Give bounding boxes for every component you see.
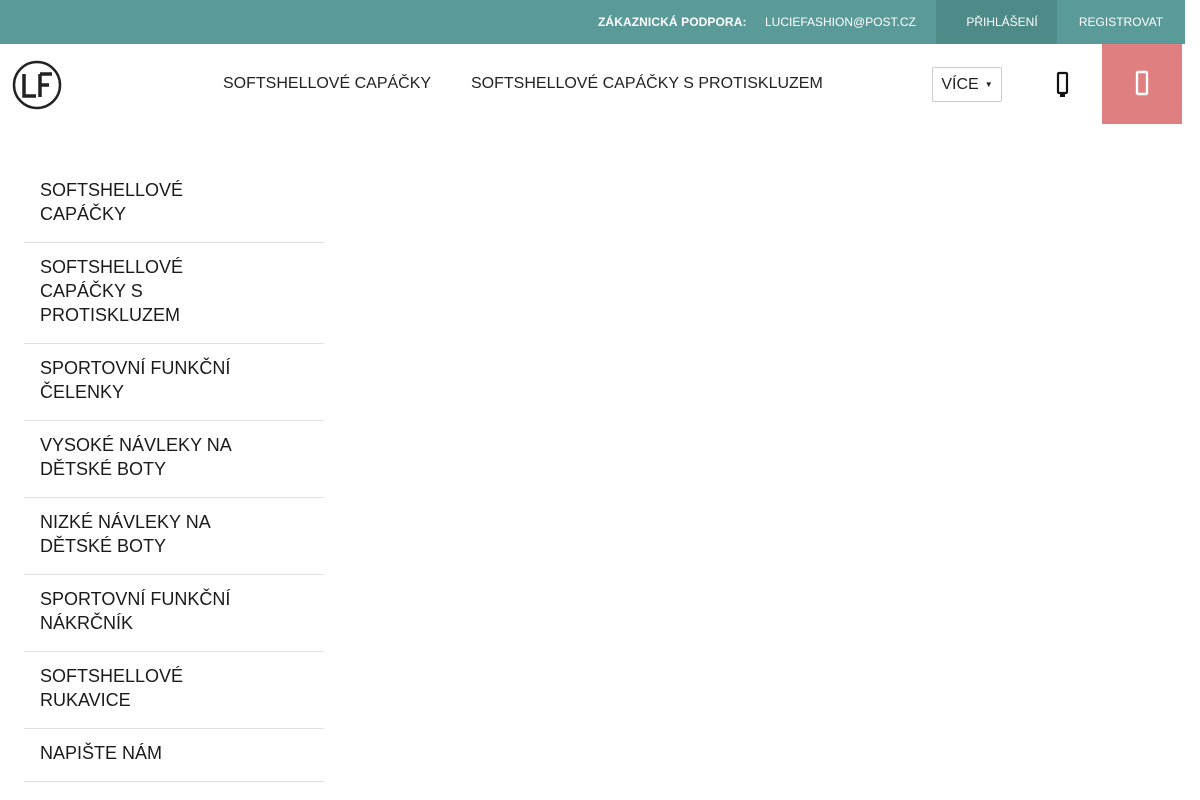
- sidebar-item-label: SPORTOVNÍ FUNKČNÍ NÁKRČNÍK: [40, 589, 231, 633]
- sidebar-item-label: VYSOKÉ NÁVLEKY NA DĚTSKÉ BOTY: [40, 435, 231, 479]
- sidebar-item-rukavice[interactable]: SOFTSHELLOVÉ RUKAVICE: [24, 652, 324, 729]
- login-button[interactable]: PŘIHLÁŠENÍ: [936, 0, 1057, 44]
- sidebar-item-softshell-capacky[interactable]: SOFTSHELLOVÉ CAPÁČKY: [24, 166, 324, 243]
- main-header: SOFTSHELLOVÉ CAPÁČKY SOFTSHELLOVÉ CAPÁČK…: [0, 44, 1185, 124]
- cart-button[interactable]: [1102, 44, 1182, 124]
- login-label: PŘIHLÁŠENÍ: [966, 15, 1038, 29]
- sidebar-item-label: NAPIŠTE NÁM: [40, 743, 163, 763]
- support-email-link[interactable]: LUCIEFASHION@POST.CZ: [765, 15, 916, 29]
- more-label: VÍCE: [941, 75, 979, 93]
- more-dropdown-button[interactable]: VÍCE ▼: [932, 67, 1002, 102]
- search-icon[interactable]: [1047, 68, 1077, 102]
- nav-item-softshell-capacky[interactable]: SOFTSHELLOVÉ CAPÁČKY: [223, 75, 431, 93]
- category-sidebar: SOFTSHELLOVÉ CAPÁČKY SOFTSHELLOVÉ CAPÁČK…: [24, 166, 324, 782]
- chevron-down-icon: ▼: [984, 80, 993, 89]
- sidebar-item-softshell-capacky-protiskluz[interactable]: SOFTSHELLOVÉ CAPÁČKY S PROTISKLUZEM: [24, 243, 324, 344]
- cart-icon: [1135, 70, 1149, 98]
- sidebar-item-label: SPORTOVNÍ FUNKČNÍ ČELENKY: [40, 358, 231, 402]
- sidebar-item-label: NIZKÉ NÁVLEKY NA DĚTSKÉ BOTY: [40, 512, 210, 556]
- sidebar-item-nizke-navleky[interactable]: NIZKÉ NÁVLEKY NA DĚTSKÉ BOTY: [24, 498, 324, 575]
- top-bar: ZÁKAZNICKÁ PODPORA: LUCIEFASHION@POST.CZ…: [0, 0, 1200, 44]
- sidebar-item-label: SOFTSHELLOVÉ CAPÁČKY: [40, 180, 184, 224]
- sidebar-item-vysoke-navleky[interactable]: VYSOKÉ NÁVLEKY NA DĚTSKÉ BOTY: [24, 421, 324, 498]
- sidebar-item-napiste-nam[interactable]: NAPIŠTE NÁM: [24, 729, 324, 782]
- nav-item-softshell-capacky-protiskluz[interactable]: SOFTSHELLOVÉ CAPÁČKY S PROTISKLUZEM: [471, 75, 823, 93]
- sidebar-item-celenky[interactable]: SPORTOVNÍ FUNKČNÍ ČELENKY: [24, 344, 324, 421]
- support-label: ZÁKAZNICKÁ PODPORA:: [598, 15, 747, 29]
- page-edge: [1185, 0, 1200, 800]
- site-logo[interactable]: [12, 60, 62, 110]
- sidebar-item-label: SOFTSHELLOVÉ RUKAVICE: [40, 666, 184, 710]
- register-button[interactable]: REGISTROVAT: [1057, 0, 1185, 44]
- sidebar-item-label: SOFTSHELLOVÉ CAPÁČKY S PROTISKLUZEM: [40, 257, 184, 325]
- sidebar-item-nakrcnik[interactable]: SPORTOVNÍ FUNKČNÍ NÁKRČNÍK: [24, 575, 324, 652]
